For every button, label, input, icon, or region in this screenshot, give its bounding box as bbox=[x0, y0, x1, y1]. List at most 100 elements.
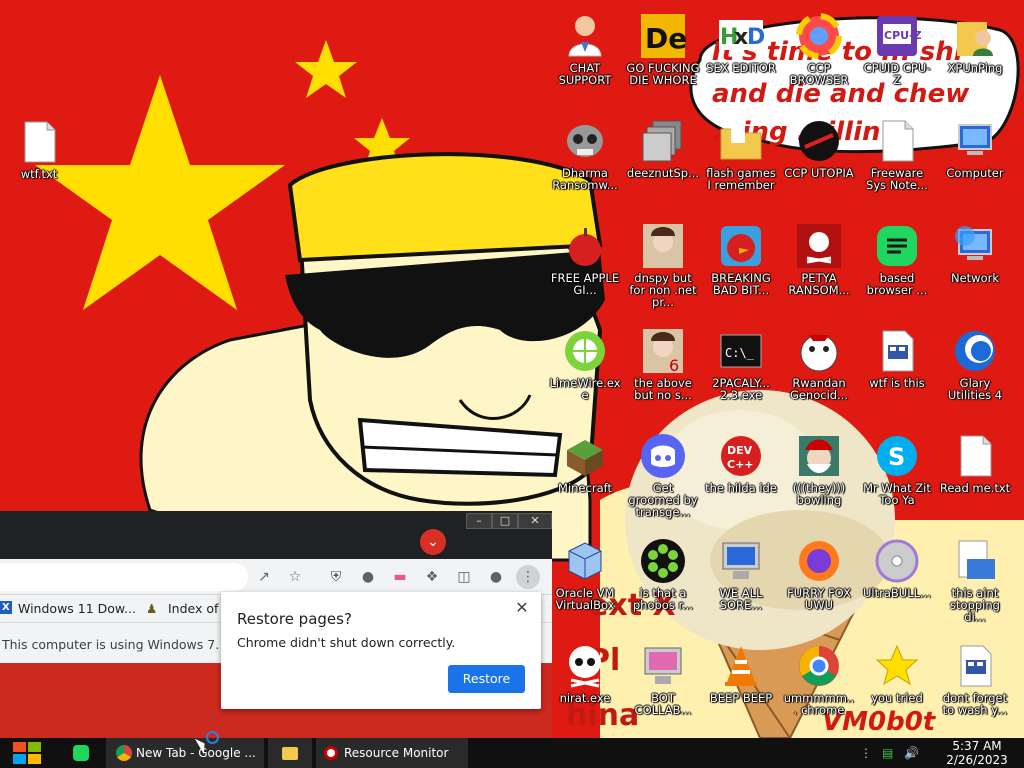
chrome-icon bbox=[795, 642, 843, 690]
chrome-titlebar[interactable]: – □ ✕ ⌄ bbox=[0, 511, 552, 559]
desktop-icon[interactable]: XPUnPing bbox=[938, 8, 1012, 108]
omnibox[interactable] bbox=[0, 563, 248, 591]
desktop-icon[interactable]: this aint stopping di... bbox=[938, 533, 1012, 633]
tab-search-button[interactable]: ⌄ bbox=[420, 529, 446, 555]
discord-icon bbox=[639, 432, 687, 480]
desktop-icon-label: UltraBULL... bbox=[863, 586, 931, 600]
desktop-icon[interactable]: dnspy but for non .net pr... bbox=[626, 218, 700, 318]
desktop-icon[interactable]: Computer bbox=[938, 113, 1012, 213]
taskbar-chrome[interactable]: New Tab - Google ... bbox=[106, 738, 264, 768]
desktop-icon[interactable]: (((they))) bowling bbox=[782, 428, 856, 528]
maximize-button[interactable]: □ bbox=[492, 513, 518, 529]
desktop-icon[interactable]: flash games I remember bbox=[704, 113, 778, 213]
desktop-icon[interactable]: BEEP BEEP bbox=[704, 638, 778, 738]
desktop-icon-label: Freeware Sys Note... bbox=[866, 166, 928, 192]
apple-icon bbox=[561, 222, 609, 270]
vlc-icon bbox=[717, 642, 765, 690]
desktop-icon[interactable]: ummmmm... chrome bbox=[782, 638, 856, 738]
volume-tray-icon[interactable]: 🔊 bbox=[904, 738, 922, 768]
star-icon bbox=[873, 642, 921, 690]
desktop-icon[interactable]: WE ALL SORE... bbox=[704, 533, 778, 633]
angry-bird-icon bbox=[717, 222, 765, 270]
bookmark-star-icon[interactable]: ☆ bbox=[285, 567, 305, 587]
desktop-icon[interactable]: Freeware Sys Note... bbox=[860, 113, 934, 213]
desktop-icon[interactable]: UltraBULL... bbox=[860, 533, 934, 633]
desktop-icon-label: Dharma Ransomw... bbox=[552, 166, 618, 192]
desktop-icon[interactable]: S Mr What Zit Too Ya bbox=[860, 428, 934, 528]
ini-file-icon bbox=[873, 327, 921, 375]
network-tray-icon[interactable]: ▤ bbox=[882, 738, 900, 768]
bookmark-windows11[interactable]: Windows 11 Dow... bbox=[18, 601, 136, 616]
desktop-icon[interactable]: Dharma Ransomw... bbox=[548, 113, 622, 213]
desktop-icon-label: 2PACALY... 2.3.exe bbox=[712, 376, 770, 402]
skull-helmet-icon bbox=[561, 117, 609, 165]
taskbar-resource-monitor[interactable]: Resource Monitor bbox=[316, 738, 468, 768]
desktop-icon[interactable]: Rwandan Genocid... bbox=[782, 323, 856, 423]
trans-flag-extension-icon[interactable]: ▬ bbox=[390, 567, 410, 587]
desktop-icon[interactable]: based browser ... bbox=[860, 218, 934, 318]
desktop-icon[interactable]: BOT COLLAB... bbox=[626, 638, 700, 738]
desktop-icon[interactable]: dont forget to wash y... bbox=[938, 638, 1012, 738]
tray-overflow-icon[interactable]: ⋮ bbox=[860, 738, 874, 768]
share-icon[interactable]: ↗ bbox=[254, 567, 274, 587]
close-window-button[interactable]: ✕ bbox=[518, 513, 552, 529]
taskbar-clock[interactable]: 5:37 AM 2/26/2023 bbox=[942, 739, 1012, 767]
minimize-button[interactable]: – bbox=[466, 513, 492, 529]
svg-text:De: De bbox=[645, 22, 687, 55]
desktop-icon[interactable]: Get groomed by transge... bbox=[626, 428, 700, 528]
portrait6-icon: 6 bbox=[639, 327, 687, 375]
chrome-menu-icon[interactable]: ⋮ bbox=[516, 565, 540, 589]
desktop-icon[interactable]: C:\_ 2PACALY... 2.3.exe bbox=[704, 323, 778, 423]
desktop-icon[interactable]: is that a phobos r... bbox=[626, 533, 700, 633]
desktop-icon[interactable]: BREAKING BAD BIT... bbox=[704, 218, 778, 318]
profile-icon[interactable]: ● bbox=[486, 567, 506, 587]
start-button[interactable] bbox=[8, 738, 46, 768]
desktop-icon-label: this aint stopping di... bbox=[950, 586, 1000, 624]
desktop-icon[interactable]: CCP UTOPIA bbox=[782, 113, 856, 213]
desktop-icon[interactable]: CHAT SUPPORT bbox=[548, 8, 622, 108]
desktop-icon[interactable]: FREE APPLE GI... bbox=[548, 218, 622, 318]
desktop-icon[interactable]: DEV C++ the hilda ide bbox=[704, 428, 778, 528]
desktop-icon[interactable]: deeznutSp... bbox=[626, 113, 700, 213]
ublock-icon[interactable]: ⛨ bbox=[326, 567, 346, 587]
bookmark-index-of[interactable]: Index of / bbox=[168, 601, 227, 616]
network-icon bbox=[951, 222, 999, 270]
chrome-icon bbox=[116, 745, 132, 761]
desktop-icon[interactable]: Minecraft bbox=[548, 428, 622, 528]
desktop-icon[interactable]: nirat.exe bbox=[548, 638, 622, 738]
desktop-icon[interactable]: wtf is this bbox=[860, 323, 934, 423]
desktop-icon[interactable]: you tried bbox=[860, 638, 934, 738]
bookmark-x-icon: X bbox=[0, 601, 12, 614]
virtualbox-icon bbox=[561, 537, 609, 585]
extensions-puzzle-icon[interactable]: ❖ bbox=[422, 567, 442, 587]
desktop-icon[interactable]: FURRY FOX UWU bbox=[782, 533, 856, 633]
folder-icon bbox=[717, 117, 765, 165]
extension-avatar-icon[interactable]: ● bbox=[358, 567, 378, 587]
desktop-icon[interactable]: CCP BROWSER bbox=[782, 8, 856, 108]
desktop-icon[interactable]: Network bbox=[938, 218, 1012, 318]
desktop-icon[interactable]: Read me.txt bbox=[938, 428, 1012, 528]
desktop-icon[interactable]: De GO FUCKING DIE WHORE bbox=[626, 8, 700, 108]
taskbar-explorer[interactable] bbox=[268, 738, 312, 768]
taskbar-resource-monitor-label: Resource Monitor bbox=[344, 746, 449, 760]
desktop-icon-label: you tried bbox=[871, 691, 923, 705]
side-panel-icon[interactable]: ◫ bbox=[454, 567, 474, 587]
desktop-icon[interactable]: Hx D SEX EDITOR bbox=[704, 8, 778, 108]
chat-app-icon bbox=[73, 745, 89, 761]
restore-button[interactable]: Restore bbox=[448, 665, 525, 693]
desktop-icon[interactable]: LimeWire.exe bbox=[548, 323, 622, 423]
devcpp-icon: DEV C++ bbox=[717, 432, 765, 480]
taskbar-chat-app[interactable] bbox=[70, 738, 92, 768]
desktop-icon[interactable]: CPU-Z CPUID CPU-Z bbox=[860, 8, 934, 108]
desktop-icon-label: BREAKING BAD BIT... bbox=[711, 271, 771, 297]
desktop-icon-label: Get groomed by transge... bbox=[628, 481, 698, 519]
dialog-close-icon[interactable]: ✕ bbox=[513, 598, 531, 617]
desktop-icon[interactable]: wtf.txt bbox=[2, 114, 76, 214]
svg-text:C:\_: C:\_ bbox=[725, 346, 755, 360]
desktop-icon[interactable]: Glary Utilities 4 bbox=[938, 323, 1012, 423]
desktop-icon[interactable]: Oracle VM VirtualBox bbox=[548, 533, 622, 633]
desktop-icon[interactable]: PETYA RANSOM... bbox=[782, 218, 856, 318]
desktop-icon[interactable]: 6 the above but no s... bbox=[626, 323, 700, 423]
desktop-icon-label: FREE APPLE GI... bbox=[550, 271, 620, 297]
text-file-icon bbox=[15, 118, 63, 166]
